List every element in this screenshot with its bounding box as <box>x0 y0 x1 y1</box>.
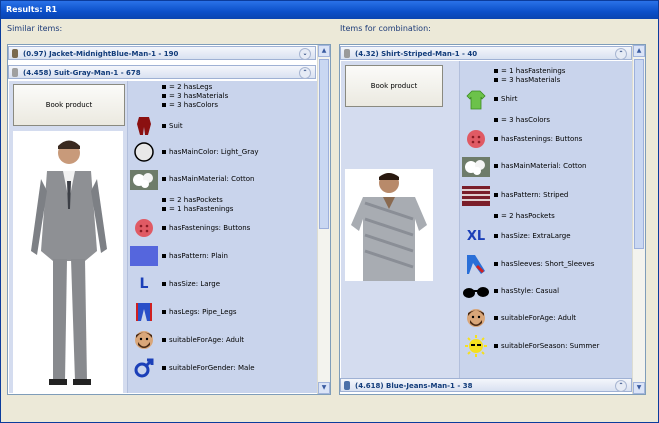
attr-text: hasFastenings: Buttons <box>162 224 250 232</box>
shirt-details: Book product = 1 hasFastenings = 3 hasMa… <box>341 61 633 379</box>
window-title: Results: R1 <box>1 1 658 19</box>
jeans-thumb-icon <box>344 381 350 390</box>
adult-face-icon <box>130 329 158 351</box>
attr-text: = 3 hasColors <box>162 101 218 109</box>
attr-text: Suit <box>162 122 183 130</box>
plain-pattern-icon <box>130 245 158 267</box>
attr-text: hasLegs: Pipe_Legs <box>162 308 237 316</box>
accordion-header-suit[interactable]: (4.458) Suit-Gray-Man-1 - 678 ⌃ <box>8 65 316 79</box>
size-xl-icon: XL <box>466 228 486 244</box>
attr-text: hasPattern: Striped <box>494 191 568 199</box>
book-product-button[interactable]: Book product <box>13 84 125 126</box>
suit-details: Book product = 2 hasLegs = 3 hasMaterial… <box>9 81 317 393</box>
attr-text: = 2 hasPockets <box>162 196 223 204</box>
accordion-title-shirt: (4.32) Shirt-Striped-Man-1 - 40 <box>355 50 478 58</box>
scroll-up-button[interactable]: ▲ <box>318 45 330 57</box>
summer-sun-icon <box>462 335 490 357</box>
combination-items-label: Items for combination: <box>340 24 431 33</box>
attr-text: hasMainColor: Light_Gray <box>162 148 259 156</box>
accordion-header-jeans[interactable]: (4.618) Blue-Jeans-Man-1 - 38 ⌃ <box>340 378 632 392</box>
suit-product-image <box>13 131 123 393</box>
collapse-icon[interactable]: ⌃ <box>615 380 627 392</box>
attr-text: hasSize: ExtraLarge <box>494 232 571 240</box>
shirt-attributes: = 1 hasFastenings = 3 hasMaterials Shirt… <box>459 61 633 379</box>
attr-text: = 3 hasMaterials <box>162 92 228 100</box>
scroll-thumb[interactable] <box>634 59 644 249</box>
attr-text: hasMainMaterial: Cotton <box>162 175 254 183</box>
attr-text: hasSleeves: Short_Sleeves <box>494 260 594 268</box>
attr-text: hasFastenings: Buttons <box>494 135 582 143</box>
jacket-thumb-icon <box>12 49 18 58</box>
attr-text: hasMainMaterial: Cotton <box>494 162 586 170</box>
accordion-header-shirt[interactable]: (4.32) Shirt-Striped-Man-1 - 40 ⌃ <box>340 46 632 60</box>
buttons-icon <box>130 217 158 239</box>
shirt-thumb-icon <box>344 49 350 58</box>
suit-icon <box>130 115 158 137</box>
shirt-product-image <box>345 169 433 281</box>
collapse-icon[interactable]: ⌃ <box>299 67 311 79</box>
sunglasses-icon <box>462 281 490 303</box>
collapse-icon[interactable]: ⌃ <box>615 48 627 60</box>
male-symbol-icon <box>130 357 158 379</box>
accordion-title-jeans: (4.618) Blue-Jeans-Man-1 - 38 <box>355 382 473 390</box>
attr-text: hasStyle: Casual <box>494 287 559 295</box>
buttons-icon <box>462 128 490 150</box>
suit-thumb-icon <box>12 68 18 77</box>
attr-text: = 1 hasFastenings <box>162 205 233 213</box>
attr-text: hasSize: Large <box>162 280 220 288</box>
attr-text: = 2 hasLegs <box>162 83 212 91</box>
adult-face-icon <box>462 307 490 329</box>
scroll-up-button[interactable]: ▲ <box>633 45 645 57</box>
scroll-down-button[interactable]: ▼ <box>633 382 645 394</box>
book-product-button[interactable]: Book product <box>345 65 443 107</box>
shirt-icon <box>462 89 490 111</box>
right-scrollbar[interactable]: ▲ ▼ <box>632 45 645 394</box>
attr-text: suitableForAge: Adult <box>494 314 576 322</box>
attr-text: = 1 hasFastenings <box>494 67 565 75</box>
cotton-icon <box>462 156 490 178</box>
similar-items-label: Similar items: <box>7 24 63 33</box>
expand-icon[interactable]: ⌄ <box>299 48 311 60</box>
accordion-title-jacket: (0.97) Jacket-MidnightBlue-Man-1 - 190 <box>23 50 179 58</box>
accordion-header-jacket[interactable]: (0.97) Jacket-MidnightBlue-Man-1 - 190 ⌄ <box>8 46 316 60</box>
attr-text: suitableForSeason: Summer <box>494 342 599 350</box>
attr-text: suitableForAge: Adult <box>162 336 244 344</box>
accordion-title-suit: (4.458) Suit-Gray-Man-1 - 678 <box>23 69 141 77</box>
light-gray-color-icon <box>130 141 158 163</box>
results-window: Results: R1 Similar items: Items for com… <box>0 0 659 423</box>
scroll-down-button[interactable]: ▼ <box>318 382 330 394</box>
pipe-legs-icon <box>130 301 158 323</box>
attr-text: Shirt <box>494 95 517 103</box>
size-large-icon: L <box>139 276 149 292</box>
attr-text: = 3 hasColors <box>494 116 550 124</box>
cotton-icon <box>130 169 158 191</box>
left-scrollbar[interactable]: ▲ ▼ <box>317 45 330 394</box>
attr-text: = 2 hasPockets <box>494 212 555 220</box>
attr-text: = 3 hasMaterials <box>494 76 560 84</box>
striped-pattern-icon <box>462 185 490 207</box>
combination-items-panel: (4.32) Shirt-Striped-Man-1 - 40 ⌃ Book p… <box>339 44 646 395</box>
scroll-thumb[interactable] <box>319 59 329 229</box>
similar-items-panel: (0.97) Jacket-MidnightBlue-Man-1 - 190 ⌄… <box>7 44 331 395</box>
attr-text: suitableForGender: Male <box>162 364 255 372</box>
short-sleeves-icon <box>462 253 490 275</box>
suit-attributes: = 2 hasLegs = 3 hasMaterials = 3 hasColo… <box>127 81 317 393</box>
attr-text: hasPattern: Plain <box>162 252 228 260</box>
